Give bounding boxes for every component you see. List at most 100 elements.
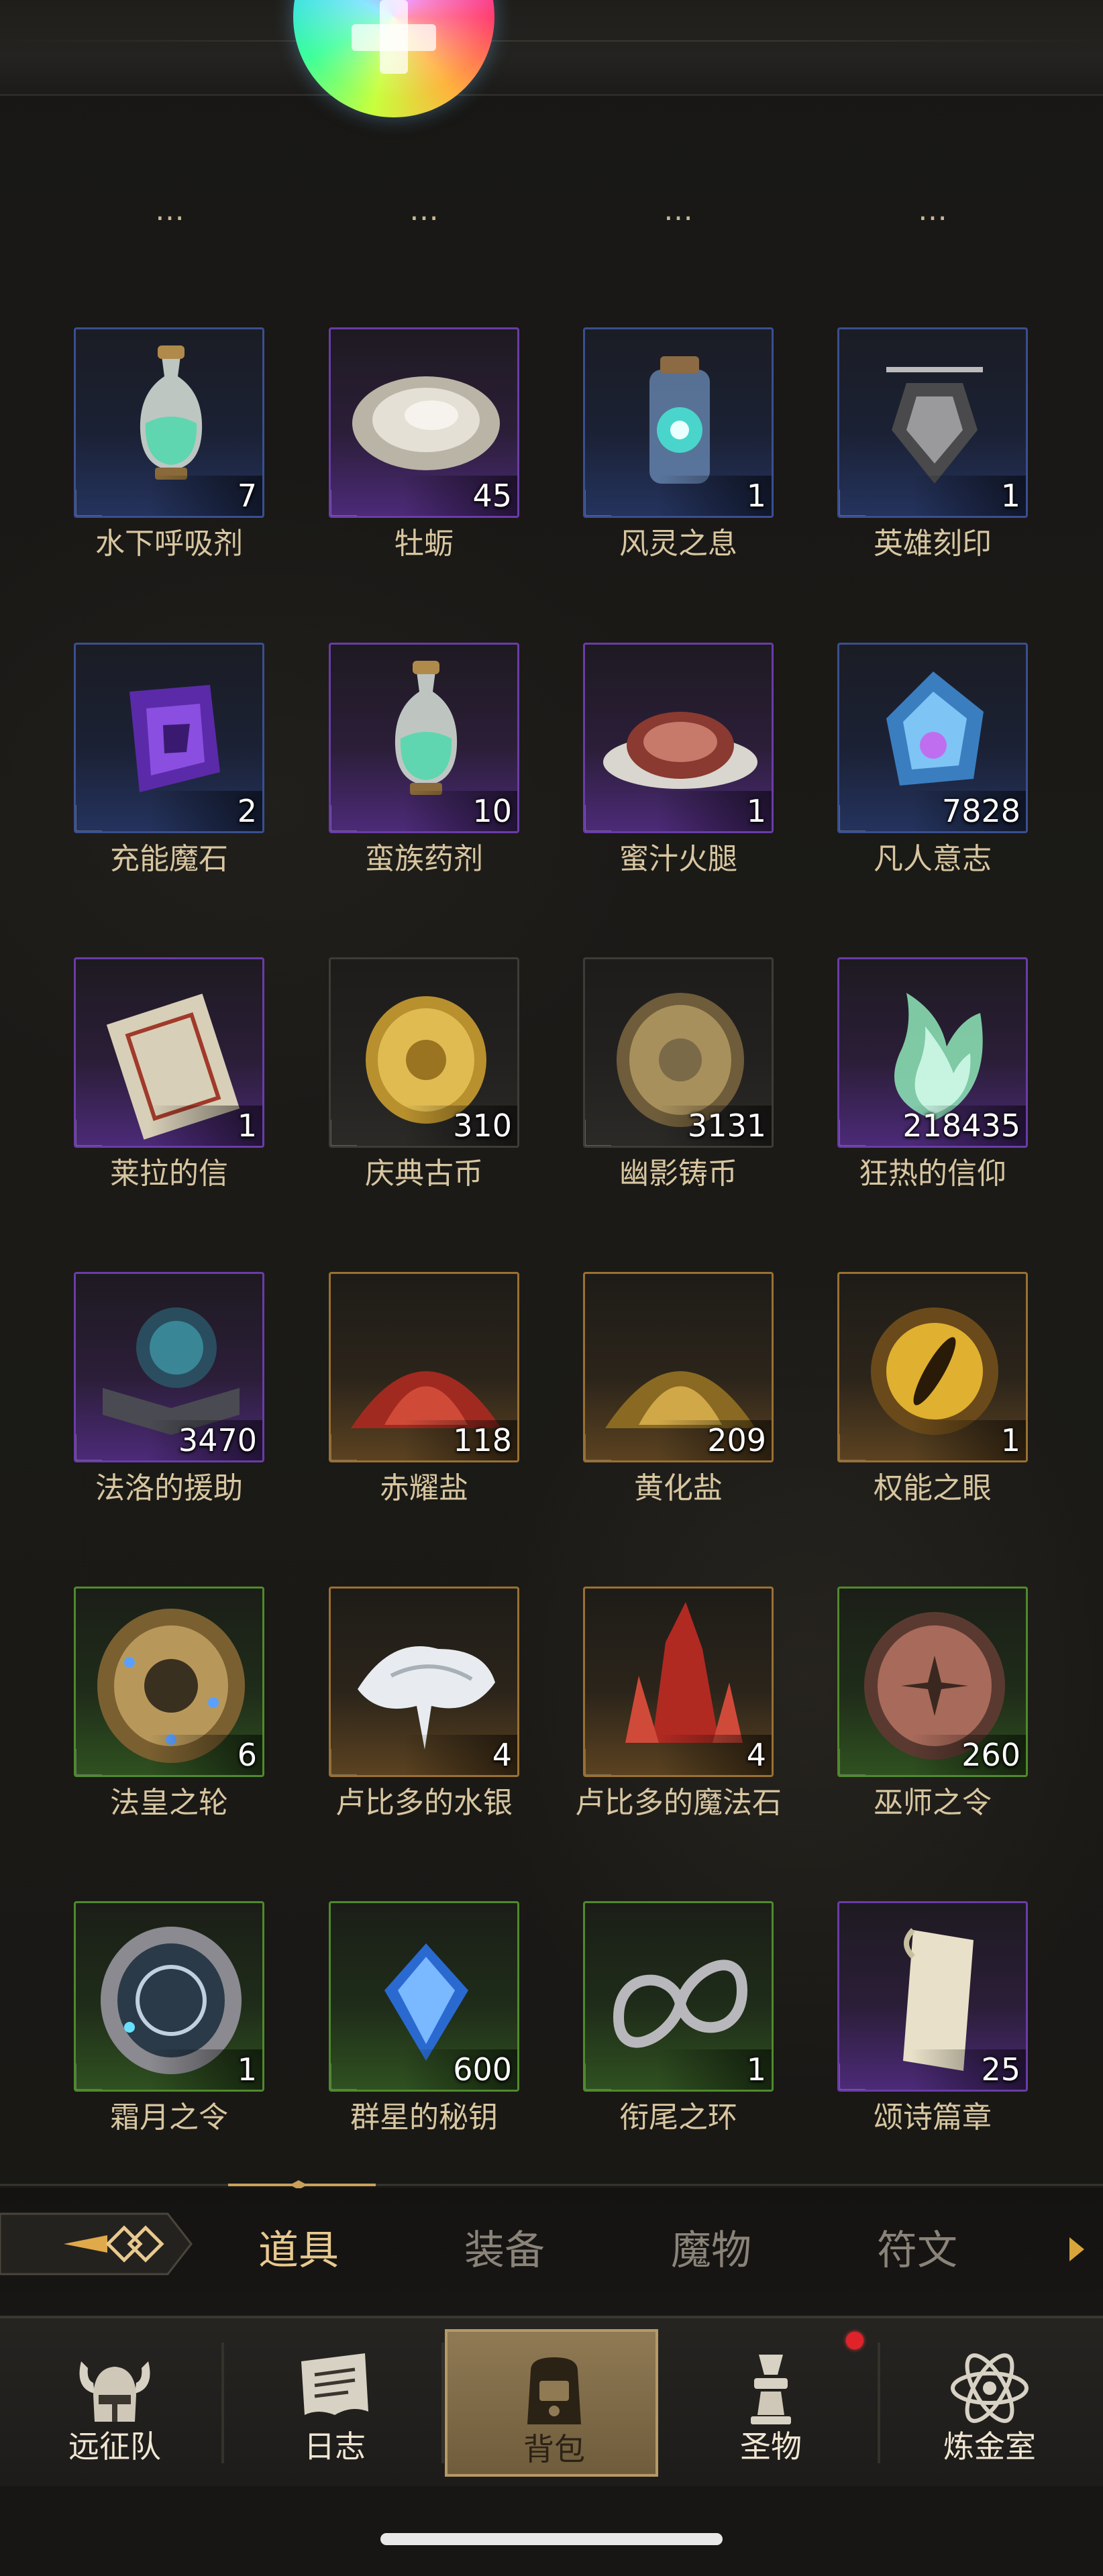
item-count: 1 [237,2051,257,2088]
item-count: 25 [981,2051,1020,2088]
nav-expedition[interactable]: 远征队 [8,2329,224,2477]
item-tile[interactable]: 4 [329,1587,519,1777]
item-tile[interactable]: 209 [583,1272,774,1462]
tile-corner-ornament [331,1434,357,1460]
inventory-slot[interactable]: 260 巫师之令 [837,1587,1028,1820]
tile-corner-ornament [585,490,611,516]
item-tile[interactable]: 3131 [583,957,774,1148]
tile-corner-ornament [331,1120,357,1146]
tab-equipment[interactable]: 装备 [437,2220,572,2281]
item-count: 209 [707,1422,766,1458]
item-tile[interactable]: 1 [74,957,264,1148]
item-count: 310 [453,1108,512,1144]
item-tile[interactable]: 3470 [74,1272,264,1462]
tile-corner-ornament [839,490,865,516]
inventory-slot[interactable]: 3131 幽影铸币 [583,957,774,1191]
tile-corner-ornament [331,2063,357,2090]
viking-helmet-icon [79,2361,150,2422]
inventory-slot[interactable]: 25 颂诗篇章 [837,1901,1028,2135]
inventory-slot[interactable]: 4 卢比多的水银 [329,1587,519,1820]
item-name: 衔尾之环 [619,2100,737,2135]
inventory-slot[interactable]: 1 蜜汁火腿 [583,643,774,876]
relic-icon [751,2355,791,2424]
item-count: 3131 [687,1108,766,1144]
nav-relics[interactable]: 圣物 [664,2329,880,2477]
inventory-slot[interactable]: 1 英雄刻印 [837,327,1028,561]
nav-journal[interactable]: 日志 [228,2329,444,2477]
tab-runes[interactable]: 符文 [850,2220,984,2281]
inventory-slot[interactable]: 10 蛮族药剂 [329,643,519,876]
tile-corner-ornament [76,490,102,516]
item-name: 法皇之轮 [110,1786,228,1820]
cutoff-item-label: … [155,209,185,227]
tab-items[interactable]: 道具 [231,2220,366,2281]
inventory-slot[interactable]: 4 卢比多的魔法石 [575,1587,782,1820]
item-count: 10 [472,793,512,829]
tab-next-arrow-icon[interactable] [1069,2237,1084,2261]
item-tile[interactable]: 218435 [837,957,1028,1148]
nav-label: 背包 [523,2431,585,2467]
item-tile[interactable]: 1 [583,1901,774,2092]
item-count: 260 [961,1737,1020,1773]
inventory-slot[interactable]: 7828 凡人意志 [837,643,1028,876]
item-tile[interactable]: 1 [837,1272,1028,1462]
item-count: 1 [746,793,766,829]
home-indicator[interactable] [380,2533,723,2545]
item-tile[interactable]: 600 [329,1901,519,2092]
item-count: 600 [453,2051,512,2088]
nav-label: 远征队 [68,2428,161,2465]
inventory-slot[interactable]: 7 水下呼吸剂 [74,327,264,561]
item-tile[interactable]: 4 [583,1587,774,1777]
inventory-slot[interactable]: 218435 狂热的信仰 [837,957,1028,1191]
cutoff-item-label: … [918,209,947,227]
tile-corner-ornament [585,2063,611,2090]
item-name: 幽影铸币 [619,1157,737,1191]
inventory-slot[interactable]: 1 权能之眼 [837,1272,1028,1505]
item-tile[interactable]: 1 [583,643,774,833]
item-count: 2 [237,793,257,829]
item-count: 7 [237,478,257,514]
tile-corner-ornament [76,1120,102,1146]
item-tile[interactable]: 7828 [837,643,1028,833]
inventory-slot[interactable]: 600 群星的秘钥 [329,1901,519,2135]
inventory-slot[interactable]: 209 黄化盐 [583,1272,774,1505]
item-tile[interactable]: 260 [837,1587,1028,1777]
top-decor-band [0,0,1103,96]
item-tile[interactable]: 310 [329,957,519,1148]
item-count: 1 [1000,478,1020,514]
nav-backpack[interactable]: 背包 [445,2329,658,2477]
item-name: 法洛的援助 [95,1471,243,1505]
item-tile[interactable]: 1 [837,327,1028,518]
tile-corner-ornament [839,1749,865,1775]
inventory-slot[interactable]: 1 霜月之令 [74,1901,264,2135]
tab-monsters[interactable]: 魔物 [644,2220,778,2281]
item-tile[interactable]: 1 [583,327,774,518]
nav-alchemy[interactable]: 炼金室 [883,2329,1096,2477]
item-name: 颂诗篇章 [874,2100,992,2135]
item-tile[interactable]: 10 [329,643,519,833]
item-tile[interactable]: 7 [74,327,264,518]
item-name: 狂热的信仰 [859,1157,1006,1191]
inventory-slot[interactable]: 45 牡蛎 [329,327,519,561]
item-tile[interactable]: 2 [74,643,264,833]
inventory-slot[interactable]: 310 庆典古币 [329,957,519,1191]
item-name: 霜月之令 [110,2100,228,2135]
filter-toggle-button[interactable] [0,2194,195,2294]
tile-corner-ornament [839,2063,865,2090]
inventory-slot[interactable]: 1 风灵之息 [583,327,774,561]
item-count: 1 [746,2051,766,2088]
cutoff-item-label: … [664,209,693,227]
inventory-slot[interactable]: 6 法皇之轮 [74,1587,264,1820]
inventory-slot[interactable]: 2 充能魔石 [74,643,264,876]
inventory-slot[interactable]: 1 莱拉的信 [74,957,264,1191]
item-tile[interactable]: 1 [74,1901,264,2092]
item-name: 卢比多的水银 [335,1786,513,1820]
inventory-slot[interactable]: 1 衔尾之环 [583,1901,774,2135]
item-tile[interactable]: 118 [329,1272,519,1462]
nav-label: 炼金室 [943,2428,1036,2465]
inventory-slot[interactable]: 118 赤耀盐 [329,1272,519,1505]
item-tile[interactable]: 6 [74,1587,264,1777]
item-tile[interactable]: 25 [837,1901,1028,2092]
item-tile[interactable]: 45 [329,327,519,518]
inventory-slot[interactable]: 3470 法洛的援助 [74,1272,264,1505]
